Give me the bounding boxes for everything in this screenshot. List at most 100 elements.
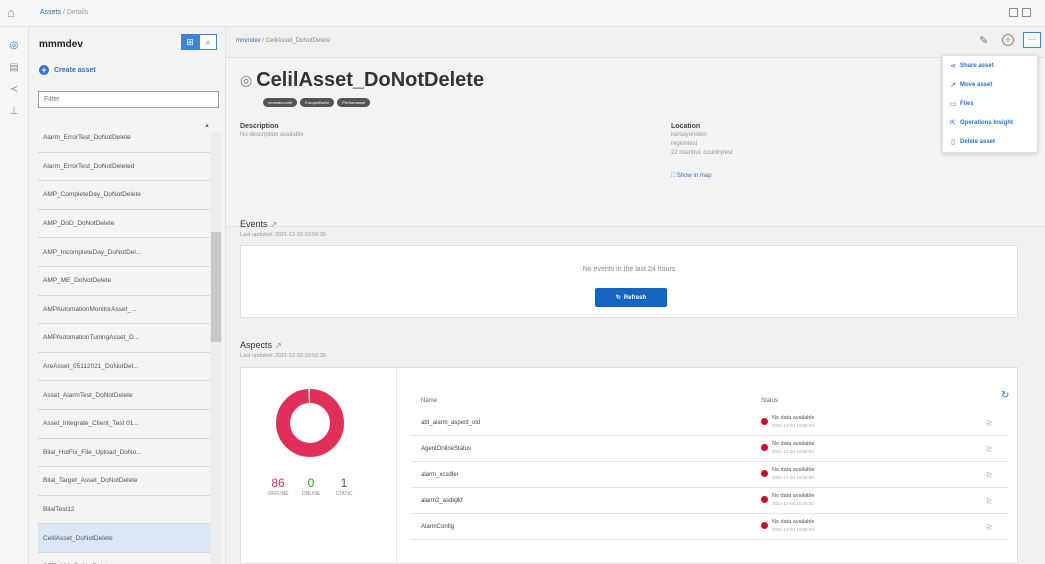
status-text: No data available [772,519,815,525]
asset-list-item[interactable]: AMP_ME_DoNotDelete [38,267,210,296]
globe-icon[interactable]: ◎ [7,39,21,53]
asset-sidebar: mmmdev ⊞ ⌕ + Create asset ▲ Alarm_ErrorT… [29,27,226,564]
menu-item-files[interactable]: ▭ Files [943,94,1037,113]
hierarchy-icon[interactable]: ⊥ [7,105,21,119]
view-toggle: ⊞ ⌕ [181,34,217,50]
refresh-aspects-icon[interactable]: ↻ [1001,390,1009,401]
asset-list-item[interactable]: AMP_DoD_DoNotDelete [38,210,210,239]
offline-status-icon [761,418,768,425]
events-heading: Events ↗ [240,219,277,229]
line-chart-icon[interactable]: ⊵ [986,496,993,505]
refresh-button[interactable]: ↻ Refresh [595,288,667,307]
asset-list-item[interactable]: AMP_CompleteDay_DoNotDelete [38,181,210,210]
aspect-name: AlarmConfig [421,524,455,530]
aspects-title: Aspects [240,340,273,350]
add-icon[interactable]: + [1002,34,1014,46]
status-date: 2021-12-03 10:56:00 [772,475,814,480]
offline-status-icon [761,496,768,503]
donut-offline-arc [276,389,344,457]
dashboard-icon[interactable]: ▤ [7,61,21,75]
menu-item-move-asset[interactable]: ↗ Move asset [943,75,1037,94]
more-actions-button[interactable]: ··· [1023,32,1041,48]
line-chart-icon[interactable]: ⊵ [986,470,993,479]
status-text: No data available [772,493,815,499]
menu-item-label: Operations Insight [960,119,1014,126]
create-asset-label: Create asset [54,66,96,74]
line-chart-icon[interactable]: ⊵ [986,522,993,531]
menu-item-operations-insight[interactable]: ⇱ Operations Insight [943,113,1037,132]
asset-list-item[interactable]: CelilAsset_DoNotDelete [38,524,210,553]
search-icon[interactable]: ⌕ [199,34,217,50]
aspects-heading: Aspects ↗ [240,340,282,350]
menu-item-delete-asset[interactable]: ▯ Delete asset [943,132,1037,151]
table-row[interactable]: alarm_xcsdfer No data available 2021-12-03… [411,462,1008,488]
open-events-icon[interactable]: ↗ [271,220,278,229]
breadcrumb-assets-link[interactable]: Assets [40,9,61,16]
chip-tenant: mmmdev.celil [263,98,298,107]
column-header-name[interactable]: Name [421,398,437,404]
status-text: No data available [772,467,815,473]
events-card: No events in the last 24 hours ↻ Refresh [240,245,1018,318]
events-empty-text: No events in the last 24 hours [582,266,676,273]
menu-item-share-asset[interactable]: ⋖ Share asset [943,56,1037,75]
globe-icon: ◎ [240,72,253,88]
asset-list-item[interactable]: BilalTest12 [38,496,210,525]
open-aspects-icon[interactable]: ↗ [275,341,282,350]
line-chart-icon[interactable]: ⊵ [986,444,993,453]
asset-list-item[interactable]: Bilal_HotFix_File_Upload_DoNo... [38,439,210,468]
column-header-status[interactable]: Status [761,398,778,404]
map-icon: ⛶ [671,173,676,179]
status-donut [276,389,344,457]
location-line: kartalyeniden [671,132,707,138]
asset-list-item[interactable]: Alarm_ErrorTest_DoNotDeleted [38,153,210,182]
tree-view-icon[interactable]: ⊞ [181,34,199,50]
scrollbar-track[interactable] [210,133,222,563]
asset-list-item[interactable]: AreAsset_05112021_DoNotDel... [38,353,210,382]
table-row[interactable]: AlarmConfig No data available 2021-12-03 1… [411,514,1008,540]
folder-icon: ▭ [949,100,957,108]
asset-list-item[interactable]: AMP_IncompleteDay_DoNotDel... [38,238,210,267]
asset-list-item[interactable]: Asset_AlarmTest_DoNotDelete [38,381,210,410]
status-date: 2021-12-03 10:56:00 [772,423,814,428]
aspects-updated: Last updated: 2021-12-03 10:56:26 [240,353,326,359]
offline-status-icon [761,444,768,451]
asset-list-item[interactable]: Alarm_ErrorTest_DoNotDelete [38,124,210,153]
more-actions-menu: ⋖ Share asset ↗ Move asset ▭ Files ⇱ Operations… [942,55,1038,153]
table-row[interactable]: AgentOnlineStatus No data available 2021-1… [411,436,1008,462]
edit-icon[interactable]: ✎ [979,34,988,47]
breadcrumb-current: Details [66,9,89,16]
layout-split-icon[interactable] [1009,8,1018,17]
status-date: 2021-12-03 10:56:00 [772,527,814,532]
asset-list-item[interactable]: AMPAutomationMonitorAsset_... [38,296,210,325]
asset-breadcrumb-root[interactable]: mmmdev [236,38,261,44]
aspects-card: 86 OFFLINE 0 ONLINE 1 STATIC Name Status… [240,367,1018,564]
stat-static-caption: STATIC [335,491,353,497]
layout-full-icon[interactable] [1022,8,1031,17]
scrollbar-thumb[interactable] [211,232,221,342]
table-row[interactable]: abt_alarm_aspect_old No data available 202… [411,410,1008,436]
nav-rail: ◎ ▤ ≺ ⊥ [0,27,29,564]
status-date: 2021-12-03 10:56:00 [772,449,814,454]
share-nodes-icon[interactable]: ≺ [7,83,21,97]
offline-status-icon [761,470,768,477]
aspect-name: alarm_xcsdfer [421,472,459,478]
line-chart-icon[interactable]: ⊵ [986,418,993,427]
layout-toggle [1009,8,1031,17]
trash-icon: ▯ [951,138,955,146]
filter-input[interactable] [38,91,219,108]
menu-item-label: Files [960,100,974,107]
home-icon[interactable]: ⌂ [7,6,21,20]
show-in-map-link[interactable]: ⛶ Show in map [671,173,712,180]
create-asset-button[interactable]: + Create asset [39,65,96,75]
asset-list-item[interactable]: Asset_Integrate_Client_Test 01... [38,410,210,439]
asset-list: Alarm_ErrorTest_DoNotDelete Alarm_ErrorTe… [38,124,223,564]
status-text: No data available [772,415,815,421]
asset-details: mmmdev / CelilAsset_DoNotDelete ✎ + ··· … [226,27,1045,564]
asset-list-item[interactable]: AMPAutomationTuningAsset_D... [38,324,210,353]
asset-list-item[interactable]: CPT_161_DoNotDelete [38,553,210,564]
asset-chips: mmmdev.celil Europe/Berlin Performance [263,98,371,107]
table-row[interactable]: alarm2_asdkjlkf No data available 2021-12-… [411,488,1008,514]
menu-item-label: Share asset [960,62,994,69]
asset-list-item[interactable]: Bilal_Target_Asset_DoNotDelete [38,467,210,496]
status-text: No data available [772,441,815,447]
